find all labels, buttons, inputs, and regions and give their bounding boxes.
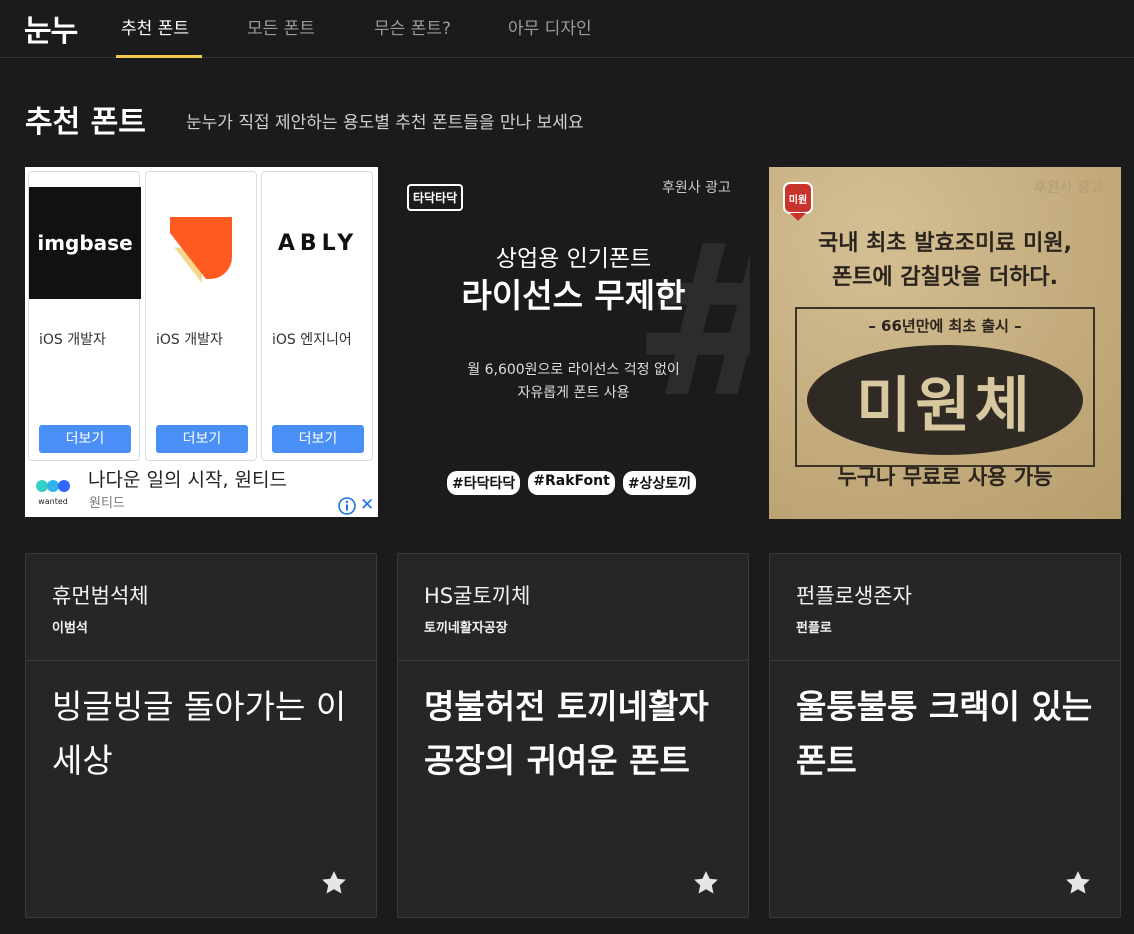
star-icon[interactable] xyxy=(319,868,349,898)
font-name: 펀플로생존자 xyxy=(796,584,912,608)
tab-all-fonts[interactable]: 모든 폰트 xyxy=(247,14,315,39)
font-name: 휴먼범석체 xyxy=(52,584,149,608)
job-card[interactable]: ABLY iOS 엔지니어 더보기 xyxy=(261,171,373,461)
ad-kicker: 상업용 인기폰트 xyxy=(495,246,652,272)
font-name: HS굴토끼체 xyxy=(424,584,531,608)
job-role: iOS 개발자 xyxy=(39,332,106,348)
sponsor-label: 후원사 광고 xyxy=(662,180,731,196)
page-subtitle: 눈누가 직접 제안하는 용도별 추천 폰트들을 만나 보세요 xyxy=(186,113,584,133)
wanted-logo-icon: wanted xyxy=(36,480,70,506)
font-sample-text: 빙글빙글 돌아가는 이 세상 xyxy=(52,687,347,780)
hashtag[interactable]: #타닥타닥 xyxy=(447,471,521,495)
font-card[interactable]: HS굴토끼체 토끼네활자공장 명불허전 토끼네활자공장의 귀여운 폰트 xyxy=(397,553,749,918)
orange-heart-logo-icon xyxy=(170,217,232,283)
top-nav: 눈누 추천 폰트 모든 폰트 무슨 폰트? 아무 디자인 xyxy=(0,0,1134,58)
company-logo-text: ABLY xyxy=(277,230,359,256)
poster-headline-line: 국내 최초 발효조미료 미원, xyxy=(818,231,1072,256)
ad-description-line: 월 6,600원으로 라이선스 걱정 없이 xyxy=(467,362,680,378)
font-sample-text: 울퉁불퉁 크랙이 있는 폰트 xyxy=(796,687,1093,780)
close-icon[interactable]: ✕ xyxy=(360,495,374,515)
more-button[interactable]: 더보기 xyxy=(272,425,364,453)
font-card[interactable]: 휴먼범석체 이범석 빙글빙글 돌아가는 이 세상 xyxy=(25,553,377,918)
sponsor-label: 후원사 광고 xyxy=(1034,180,1103,196)
ad-description-line: 자유롭게 폰트 사용 xyxy=(517,385,630,401)
more-button[interactable]: 더보기 xyxy=(156,425,248,453)
ad-headline[interactable]: 나다운 일의 시작, 원티드 xyxy=(88,465,287,492)
page-title: 추천 폰트 xyxy=(25,105,146,140)
imgbase-logo: imgbase xyxy=(29,187,141,299)
card-divider xyxy=(398,660,748,661)
card-divider xyxy=(26,660,376,661)
font-license-ad-banner[interactable]: # 타닥타닥 후원사 광고 상업용 인기폰트 라이선스 무제한 월 6,600원… xyxy=(397,167,750,517)
active-tab-indicator xyxy=(116,55,202,58)
job-role: iOS 개발자 xyxy=(156,332,223,348)
poster-headline: 국내 최초 발효조미료 미원, 폰트에 감칠맛을 더하다. xyxy=(769,227,1121,295)
font-card[interactable]: 펀플로생존자 펀플로 울퉁불퉁 크랙이 있는 폰트 xyxy=(769,553,1121,918)
star-icon[interactable] xyxy=(1063,868,1093,898)
more-button[interactable]: 더보기 xyxy=(39,425,131,453)
ad-tags: #타닥타닥 #RakFont #상상토끼 xyxy=(447,471,697,495)
ad-description: 월 6,600원으로 라이선스 걱정 없이 자유롭게 폰트 사용 xyxy=(397,359,750,405)
tadak-logo: 타닥타닥 xyxy=(407,184,464,211)
miwon-badge-text: 미원 xyxy=(789,193,807,206)
tab-recommended-fonts[interactable]: 추천 폰트 xyxy=(121,14,189,39)
info-icon[interactable] xyxy=(338,497,356,515)
card-divider xyxy=(770,660,1120,661)
ad-headline: 라이선스 무제한 xyxy=(461,276,686,315)
font-author: 이범석 xyxy=(52,621,88,636)
poster-since: – 66년만에 최초 출시 – xyxy=(868,317,1022,335)
site-logo[interactable]: 눈누 xyxy=(24,6,78,50)
wanted-logo-text: wanted xyxy=(38,497,68,506)
font-author: 펀플로 xyxy=(796,621,832,636)
star-icon[interactable] xyxy=(691,868,721,898)
tab-random-design[interactable]: 아무 디자인 xyxy=(508,14,592,39)
tab-what-font[interactable]: 무슨 폰트? xyxy=(374,14,451,39)
miwon-badge-icon: 미원 xyxy=(783,182,813,221)
jobs-ad-banner[interactable]: imgbase iOS 개발자 더보기 iOS 개발자 더보기 ABLY iOS… xyxy=(25,167,378,517)
hashtag[interactable]: #상상토끼 xyxy=(622,471,697,495)
poster-headline-line: 폰트에 감칠맛을 더하다. xyxy=(831,265,1059,290)
hashtag[interactable]: #RakFont xyxy=(528,471,615,495)
company-logo-text: imgbase xyxy=(37,231,133,255)
miwon-font-ad-banner[interactable]: 미원 후원사 광고 국내 최초 발효조미료 미원, 폰트에 감칠맛을 더하다. … xyxy=(769,167,1121,519)
ably-logo: ABLY xyxy=(262,187,374,299)
job-role: iOS 엔지니어 xyxy=(272,332,352,348)
font-sample-text: 명불허전 토끼네활자공장의 귀여운 폰트 xyxy=(424,687,709,780)
poster-font-name: 미원체 xyxy=(856,371,1034,441)
job-card[interactable]: iOS 개발자 더보기 xyxy=(145,171,257,461)
ad-brand: 원티드 xyxy=(89,496,125,511)
poster-tagline: 누구나 무료로 사용 가능 xyxy=(837,465,1053,489)
job-card[interactable]: imgbase iOS 개발자 더보기 xyxy=(28,171,141,461)
font-author: 토끼네활자공장 xyxy=(424,621,508,636)
